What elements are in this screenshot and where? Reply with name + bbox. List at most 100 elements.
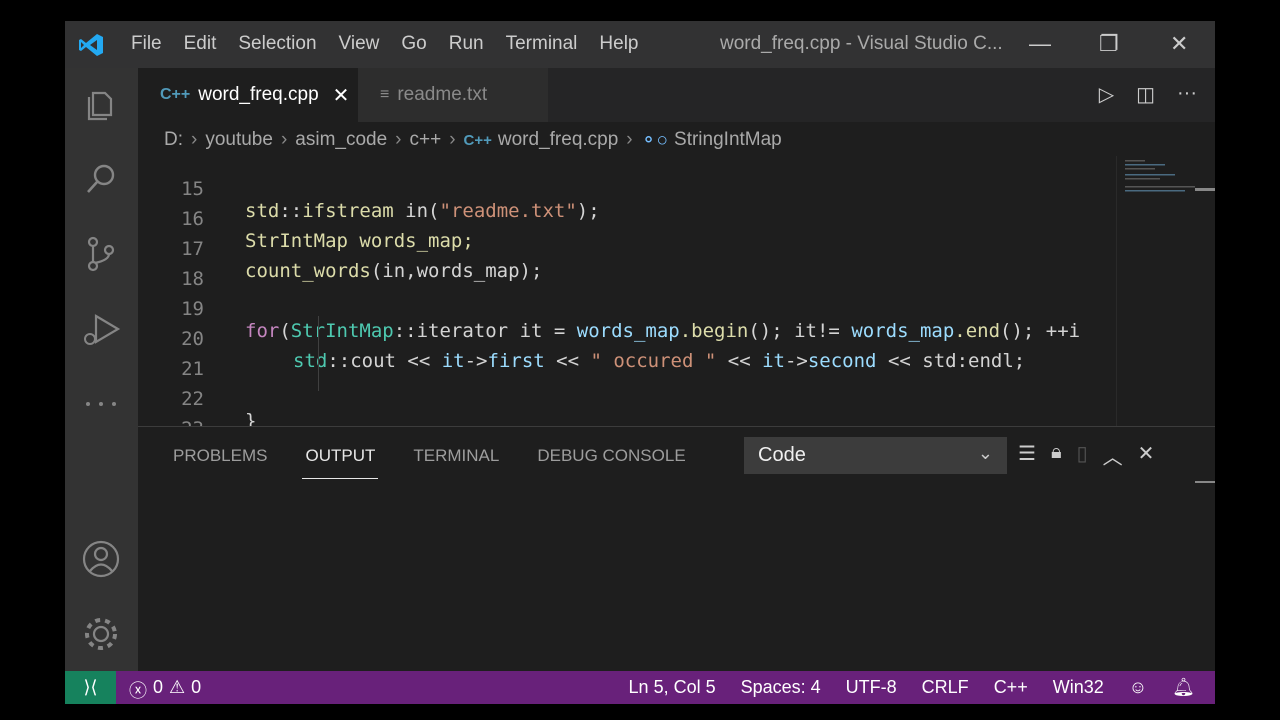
minimap[interactable] <box>1116 156 1215 426</box>
chevron-right-icon: › <box>191 129 198 150</box>
editor-scrollbar[interactable] <box>1195 188 1215 191</box>
editor-tabs: C++ word_freq.cpp ✕ ≡ readme.txt ▷ ◫ ··· <box>138 68 1215 122</box>
chevron-down-icon: ⌄ <box>977 443 993 463</box>
feedback-icon[interactable]: ☺ <box>1129 677 1147 698</box>
text-file-icon: ≡ <box>380 86 390 103</box>
activity-bar <box>65 68 138 671</box>
close-panel-icon[interactable]: ✕ <box>1138 441 1155 470</box>
chevron-right-icon: › <box>449 129 456 150</box>
code-line: 16 StrIntMap words_map; <box>138 186 474 252</box>
panel-scrollbar[interactable] <box>1195 481 1215 483</box>
error-icon: ⓧ <box>129 681 147 701</box>
minimap-preview <box>1125 160 1195 192</box>
indent-guide <box>318 316 319 391</box>
output-channel-select[interactable]: Code ⌄ <box>744 437 1007 474</box>
code-line: 18 <box>138 246 207 290</box>
warning-count: 0 <box>191 677 202 697</box>
chevron-right-icon: › <box>395 129 402 150</box>
indentation[interactable]: Spaces: 4 <box>741 677 821 698</box>
menu-selection[interactable]: Selection <box>238 33 316 55</box>
tab-label: word_freq.cpp <box>198 84 319 105</box>
cpp-file-icon: C++ <box>160 86 191 103</box>
code-line: 15 std::ifstream in("readme.txt"); <box>138 156 600 222</box>
output-channel-value: Code <box>758 444 806 466</box>
editor-actions: ▷ ◫ ··· <box>1099 82 1197 107</box>
code-line: 22 } <box>138 366 256 426</box>
tab-terminal[interactable]: TERMINAL <box>413 446 499 466</box>
maximize-panel-icon[interactable]: ︿ <box>1103 441 1123 470</box>
line-number: 23 <box>138 418 204 426</box>
open-log-icon[interactable]: ▯ <box>1077 441 1088 470</box>
settings-gear-icon[interactable] <box>80 613 122 655</box>
menu-terminal[interactable]: Terminal <box>506 33 578 55</box>
more-icon[interactable] <box>80 383 122 425</box>
line-text: std::ifstream in("readme.txt"); <box>245 200 600 222</box>
more-actions-icon[interactable]: ··· <box>1177 82 1197 107</box>
line-text: for(StrIntMap::iterator it = words_map.b… <box>245 320 1081 342</box>
menu-help[interactable]: Help <box>599 33 638 55</box>
menu-run[interactable]: Run <box>449 33 484 55</box>
cpp-file-icon: C++ <box>463 131 492 149</box>
line-text: StrIntMap words_map; <box>245 230 474 252</box>
line-text: count_words(in,words_map); <box>245 260 543 282</box>
line-text: std::cout << it->first << " occured " <<… <box>293 350 1026 372</box>
platform[interactable]: Win32 <box>1053 677 1104 698</box>
code-line: 17 count_words(in,words_map); <box>138 216 542 282</box>
source-control-icon[interactable] <box>80 233 122 275</box>
title-bar: File Edit Selection View Go Run Terminal… <box>65 21 1215 68</box>
vscode-window: File Edit Selection View Go Run Terminal… <box>65 21 1215 704</box>
clear-output-icon[interactable]: ☰ <box>1018 441 1036 470</box>
tab-readme-txt[interactable]: ≡ readme.txt <box>358 68 548 122</box>
tab-word-freq-cpp[interactable]: C++ word_freq.cpp ✕ <box>138 68 358 122</box>
tab-debug-console[interactable]: DEBUG CONSOLE <box>537 446 685 466</box>
lock-scroll-icon[interactable]: 🔒︎ <box>1051 441 1062 470</box>
chevron-right-icon: › <box>626 129 633 150</box>
crumb-cpp-folder[interactable]: c++ <box>410 129 442 151</box>
account-icon[interactable] <box>80 538 122 580</box>
warning-icon: ⚠ <box>169 677 186 697</box>
close-window-button[interactable]: ✕ <box>1170 31 1188 57</box>
vscode-logo-icon <box>79 34 103 56</box>
code-line: 19 for(StrIntMap::iterator it = words_ma… <box>138 276 1080 342</box>
search-icon[interactable] <box>80 158 122 200</box>
split-editor-icon[interactable]: ◫ <box>1136 82 1155 107</box>
menu-go[interactable]: Go <box>401 33 426 55</box>
code-line: 21 <box>138 336 207 380</box>
menu-edit[interactable]: Edit <box>184 33 217 55</box>
minimize-button[interactable]: — <box>1029 31 1051 57</box>
code-line: 23 } <box>138 396 207 426</box>
run-debug-icon[interactable] <box>80 308 122 350</box>
language-mode[interactable]: C++ <box>994 677 1028 698</box>
menu-view[interactable]: View <box>339 33 380 55</box>
cursor-position[interactable]: Ln 5, Col 5 <box>629 677 716 698</box>
encoding[interactable]: UTF-8 <box>846 677 897 698</box>
panel-tabs: PROBLEMS OUTPUT TERMINAL DEBUG CONSOLE <box>173 446 724 479</box>
crumb-youtube[interactable]: youtube <box>205 129 273 151</box>
remote-icon[interactable]: ⟩⟨ <box>65 671 116 704</box>
menu-bar: File Edit Selection View Go Run Terminal… <box>131 33 661 55</box>
crumb-asim-code[interactable]: asim_code <box>295 129 387 151</box>
crumb-file[interactable]: word_freq.cpp <box>498 129 618 151</box>
run-file-icon[interactable]: ▷ <box>1099 82 1114 107</box>
tab-label: readme.txt <box>397 84 488 105</box>
tab-problems[interactable]: PROBLEMS <box>173 446 267 466</box>
restore-button[interactable]: ❐ <box>1099 31 1119 57</box>
menu-file[interactable]: File <box>131 33 162 55</box>
crumb-symbol[interactable]: StringIntMap <box>674 129 782 151</box>
code-editor[interactable]: 15 std::ifstream in("readme.txt"); 16 St… <box>138 156 1116 426</box>
status-bar: ⟩⟨ ⓧ 0 ⚠ 0 Ln 5, Col 5 Spaces: 4 UTF-8 C… <box>65 671 1215 704</box>
error-count: 0 <box>153 677 164 697</box>
chevron-right-icon: › <box>280 129 288 150</box>
problems-status[interactable]: ⓧ 0 ⚠ 0 <box>129 677 201 703</box>
symbol-field-icon: ⚬○ <box>640 129 669 151</box>
breadcrumb: D: › youtube › asim_code › c++ › C++ word_fr… <box>138 122 1215 158</box>
status-right: Ln 5, Col 5 Spaces: 4 UTF-8 CRLF C++ Win… <box>604 677 1195 698</box>
crumb-drive[interactable]: D: <box>164 129 183 151</box>
panel-actions: ☰ 🔒︎ ▯ ︿ ✕ <box>1018 441 1154 470</box>
notifications-bell-icon[interactable]: 🔔︎ <box>1172 677 1195 698</box>
code-line: 20 std::cout << it->first << " occured "… <box>138 306 1025 372</box>
files-icon[interactable] <box>80 83 122 125</box>
tab-output[interactable]: OUTPUT <box>302 446 379 479</box>
end-of-line[interactable]: CRLF <box>922 677 969 698</box>
close-tab-icon[interactable]: ✕ <box>333 83 350 108</box>
